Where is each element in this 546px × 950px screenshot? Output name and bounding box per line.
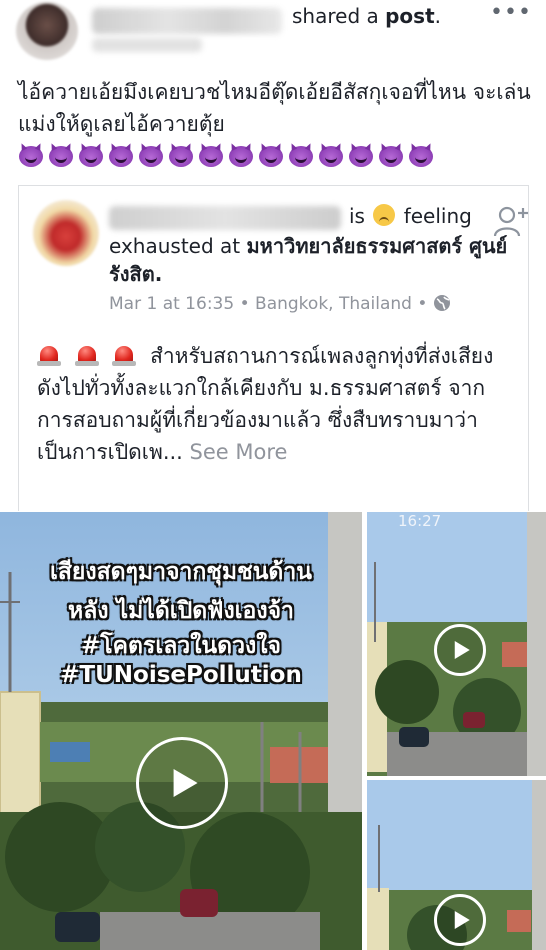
devil-emoji (18, 142, 44, 167)
post-text: ไอ้ควายเอ้ยมึงเคยบวชไหมอีตุ๊ดเอ้ยอีสัสกุ… (18, 76, 533, 172)
video-thumbnail-top-right[interactable] (367, 512, 546, 776)
devil-emoji (318, 142, 344, 167)
devil-emoji (408, 142, 434, 167)
see-more-link[interactable]: See More (190, 440, 288, 464)
shared-post-body: สำหรับสถานการณ์เพลงลูกทุ่งที่ส่งเสียงดัง… (37, 340, 517, 468)
meta-separator-2: • (417, 294, 428, 314)
shared-object-link[interactable]: post (385, 4, 435, 28)
devil-emoji (168, 142, 194, 167)
devil-emoji (108, 142, 134, 167)
meta-separator: • (239, 294, 250, 314)
play-icon[interactable] (434, 894, 486, 946)
devil-emoji (78, 142, 104, 167)
devil-emoji-row (18, 140, 438, 172)
shared-suffix: . (434, 4, 441, 28)
blurred-author-name[interactable] (92, 8, 282, 34)
post-body-text: ไอ้ควายเอ้ยมึงเคยบวชไหมอีตุ๊ดเอ้ยอีสัสกุ… (18, 80, 531, 136)
devil-emoji (228, 142, 254, 167)
shared-prefix: shared a (292, 4, 379, 28)
devil-emoji (378, 142, 404, 167)
play-icon[interactable] (136, 737, 228, 829)
post-meta: Mar 1 at 16:35 • Bangkok, Thailand • (109, 294, 451, 314)
play-icon[interactable] (434, 624, 486, 676)
devil-emoji (198, 142, 224, 167)
overlay-line-2: หลัง ไม่ได้เปิดฟังเองจ้า (68, 598, 294, 624)
video-thumbnail-main[interactable]: เสียงสดๆมาจากชุมชนด้าน หลัง ไม่ได้เปิดฟั… (0, 512, 362, 950)
devil-emoji (138, 142, 164, 167)
more-options-icon[interactable]: ••• (490, 0, 532, 25)
post-header: shared a post. ••• (0, 0, 546, 62)
shared-a-post-text: shared a post. (292, 4, 441, 28)
video-thumbnail-bottom-right[interactable] (367, 780, 546, 950)
video-timestamp: 16:27 (398, 512, 442, 530)
post-date[interactable]: Mar 1 at 16:35 (109, 294, 234, 314)
devil-emoji (348, 142, 374, 167)
globe-icon (433, 295, 450, 311)
siren-icon (37, 344, 61, 366)
siren-icon (112, 344, 137, 366)
siren-icon (74, 344, 99, 366)
devil-emoji (288, 142, 314, 167)
devil-emoji (48, 142, 74, 167)
overlay-line-3: #โคตรเลวในดวงใจ (81, 633, 281, 659)
is-text: is (349, 204, 365, 228)
post-location[interactable]: Bangkok, Thailand (255, 294, 412, 314)
feeling-text: feeling (403, 204, 472, 228)
status-detail: exhausted at มหาวิทยาลัยธรรมศาสตร์ ศูนย์… (109, 232, 509, 288)
devil-emoji (258, 142, 284, 167)
status-line: is feeling (349, 204, 472, 228)
sad-face-icon (373, 204, 396, 226)
add-friend-icon[interactable] (493, 202, 531, 240)
feeling-detail: exhausted at (109, 234, 241, 258)
blurred-author-subtitle (92, 38, 202, 52)
avatar[interactable] (16, 2, 78, 60)
shared-author-avatar[interactable] (33, 200, 99, 266)
blurred-shared-author-name[interactable] (109, 206, 341, 230)
overlay-line-4: #TUNoisePollution (60, 662, 302, 688)
shared-post-card[interactable]: is feeling exhausted at มหาวิทยาลัยธรรมศ… (18, 185, 529, 511)
overlay-line-1: เสียงสดๆมาจากชุมชนด้าน (49, 559, 312, 585)
